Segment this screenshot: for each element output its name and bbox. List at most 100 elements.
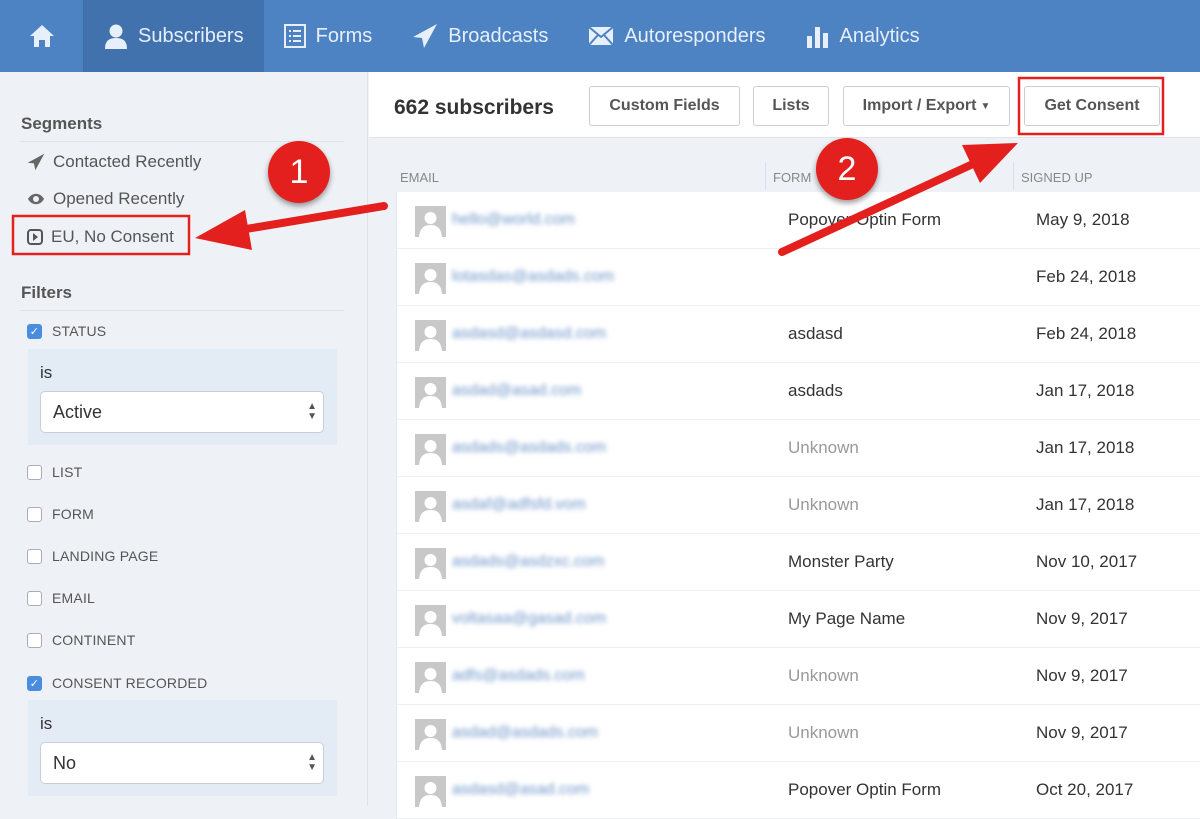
column-email[interactable]: EMAIL [400,170,439,185]
table-row[interactable]: hello@world.com Popover Optin Form May 9… [397,192,1200,249]
subscriber-form: My Page Name [788,609,906,628]
checkbox-checked[interactable]: ✓ [27,675,42,691]
checkbox-checked[interactable]: ✓ [27,323,42,339]
step-badge-1: 1 [268,141,330,203]
filter-list[interactable]: LIST [27,464,82,480]
subscriber-email[interactable]: asdaf@adfsfd.vom [452,496,586,514]
user-icon [105,24,127,49]
subscriber-form: Unknown [788,723,859,742]
subscriber-form: Monster Party [788,552,894,571]
subscriber-form: asdasd [788,324,843,343]
main-content: 662 subscribers Custom Fields Lists Impo… [369,72,1200,819]
step-badge-2: 2 [816,138,878,200]
table-row[interactable]: asdads@asdads.com Unknown Jan 17, 2018 [397,420,1200,477]
filters-title: Filters [21,283,73,302]
subscriber-email[interactable]: adfs@asdads.com [452,667,585,685]
subscriber-signed-up: May 9, 2018 [1036,210,1130,229]
segments-title: Segments [21,114,103,133]
table-row[interactable]: asdads@asdzxc.com Monster Party Nov 10, … [397,534,1200,591]
segment-eu-no-consent[interactable]: EU, No Consent [27,227,174,247]
lists-button[interactable]: Lists [753,86,829,126]
subscriber-email[interactable]: voltasaa@gasad.com [452,610,606,628]
tab-label: Broadcasts [448,24,549,47]
subscriber-email[interactable]: asdad@asad.com [452,382,581,400]
tab-autoresponders[interactable]: Autoresponders [568,0,785,72]
segment-opened-recently[interactable]: Opened Recently [27,189,184,209]
nav-home[interactable] [0,0,84,72]
status-filter-panel: is Active ▲ ▼ [28,349,337,445]
subscriber-form: Unknown [788,438,859,457]
avatar [415,719,446,750]
paper-plane-icon [413,24,438,48]
select-value: No [53,753,77,773]
import-export-button[interactable]: Import / Export ▼ [843,86,1010,126]
filter-label: EMAIL [52,590,96,606]
tab-subscribers[interactable]: Subscribers [84,0,264,72]
column-form[interactable]: FORM [773,170,811,185]
subscriber-signed-up: Feb 24, 2018 [1036,324,1137,343]
table-row[interactable]: asdad@asdads.com Unknown Nov 9, 2017 [397,705,1200,762]
filter-label: STATUS [52,323,107,339]
checkbox[interactable] [27,590,42,606]
operator-label: is [40,714,53,733]
status-select[interactable]: Active ▲ ▼ [40,391,324,433]
filter-landing-page[interactable]: LANDING PAGE [27,548,158,564]
subscriber-email[interactable]: asdasd@asad.com [452,781,589,799]
bar-chart-icon [806,27,828,48]
caret-down-icon: ▼ [980,100,991,112]
segment-label: EU, No Consent [51,227,174,246]
subscriber-email[interactable]: asdasd@asdasd.com [452,325,606,343]
tab-label: Autoresponders [624,24,766,47]
top-nav: Subscribers Forms Broadcasts Autorespond… [0,0,1200,72]
subscriber-form: Popover Optin Form [788,780,942,799]
subscriber-email[interactable]: hello@world.com [452,211,575,229]
home-icon [29,25,54,47]
table-row[interactable]: lotasdas@asdads.com Feb 24, 2018 [397,249,1200,306]
subscriber-signed-up: Nov 9, 2017 [1036,666,1128,685]
table-row[interactable]: asdad@asad.com asdads Jan 17, 2018 [397,363,1200,420]
segment-label: Opened Recently [53,189,185,208]
filter-form[interactable]: FORM [27,506,94,522]
avatar [415,206,446,237]
checkbox[interactable] [27,548,42,564]
consent-select[interactable]: No ▲ ▼ [40,742,324,784]
tab-label: Subscribers [138,24,244,47]
checkbox[interactable] [27,506,42,522]
filter-status[interactable]: ✓ STATUS [27,323,106,339]
custom-fields-button[interactable]: Custom Fields [589,86,740,126]
checkbox[interactable] [27,632,42,648]
filter-email[interactable]: EMAIL [27,590,95,606]
filter-consent-recorded[interactable]: ✓ CONSENT RECORDED [27,675,207,691]
button-label: Import / Export [862,97,977,114]
table-row[interactable]: asdaf@adfsfd.vom Unknown Jan 17, 2018 [397,477,1200,534]
table-row[interactable]: adfs@asdads.com Unknown Nov 9, 2017 [397,648,1200,705]
subscriber-signed-up: Oct 20, 2017 [1036,780,1134,799]
subscriber-email[interactable]: asdads@asdads.com [452,439,606,457]
subscriber-table: hello@world.com Popover Optin Form May 9… [396,192,1200,819]
column-signed-up[interactable]: SIGNED UP [1021,170,1093,185]
avatar [415,434,446,465]
segment-label: Contacted Recently [53,152,202,171]
subscriber-email[interactable]: lotasdas@asdads.com [452,268,614,286]
avatar [415,605,446,636]
operator-label: is [40,363,53,382]
select-arrows-icon: ▲ ▼ [307,401,317,422]
filter-continent[interactable]: CONTINENT [27,632,135,648]
get-consent-button[interactable]: Get Consent [1024,86,1160,126]
table-row[interactable]: asdasd@asad.com Popover Optin Form Oct 2… [397,762,1200,819]
segment-contacted-recently[interactable]: Contacted Recently [27,152,201,172]
checkbox[interactable] [27,464,42,480]
subscriber-email[interactable]: asdads@asdzxc.com [452,553,604,571]
table-row[interactable]: voltasaa@gasad.com My Page Name Nov 9, 2… [397,591,1200,648]
subscriber-signed-up: Jan 17, 2018 [1036,381,1135,400]
subscriber-signed-up: Feb 24, 2018 [1036,267,1137,286]
tab-broadcasts[interactable]: Broadcasts [392,0,568,72]
tab-analytics[interactable]: Analytics [786,0,940,72]
table-row[interactable]: asdasd@asdasd.com asdasd Feb 24, 2018 [397,306,1200,363]
subscriber-form: asdads [788,381,843,400]
divider [1013,162,1014,190]
subscriber-count: 662 subscribers [394,96,554,119]
filter-label: LIST [52,464,83,480]
tab-forms[interactable]: Forms [264,0,393,72]
subscriber-email[interactable]: asdad@asdads.com [452,724,598,742]
